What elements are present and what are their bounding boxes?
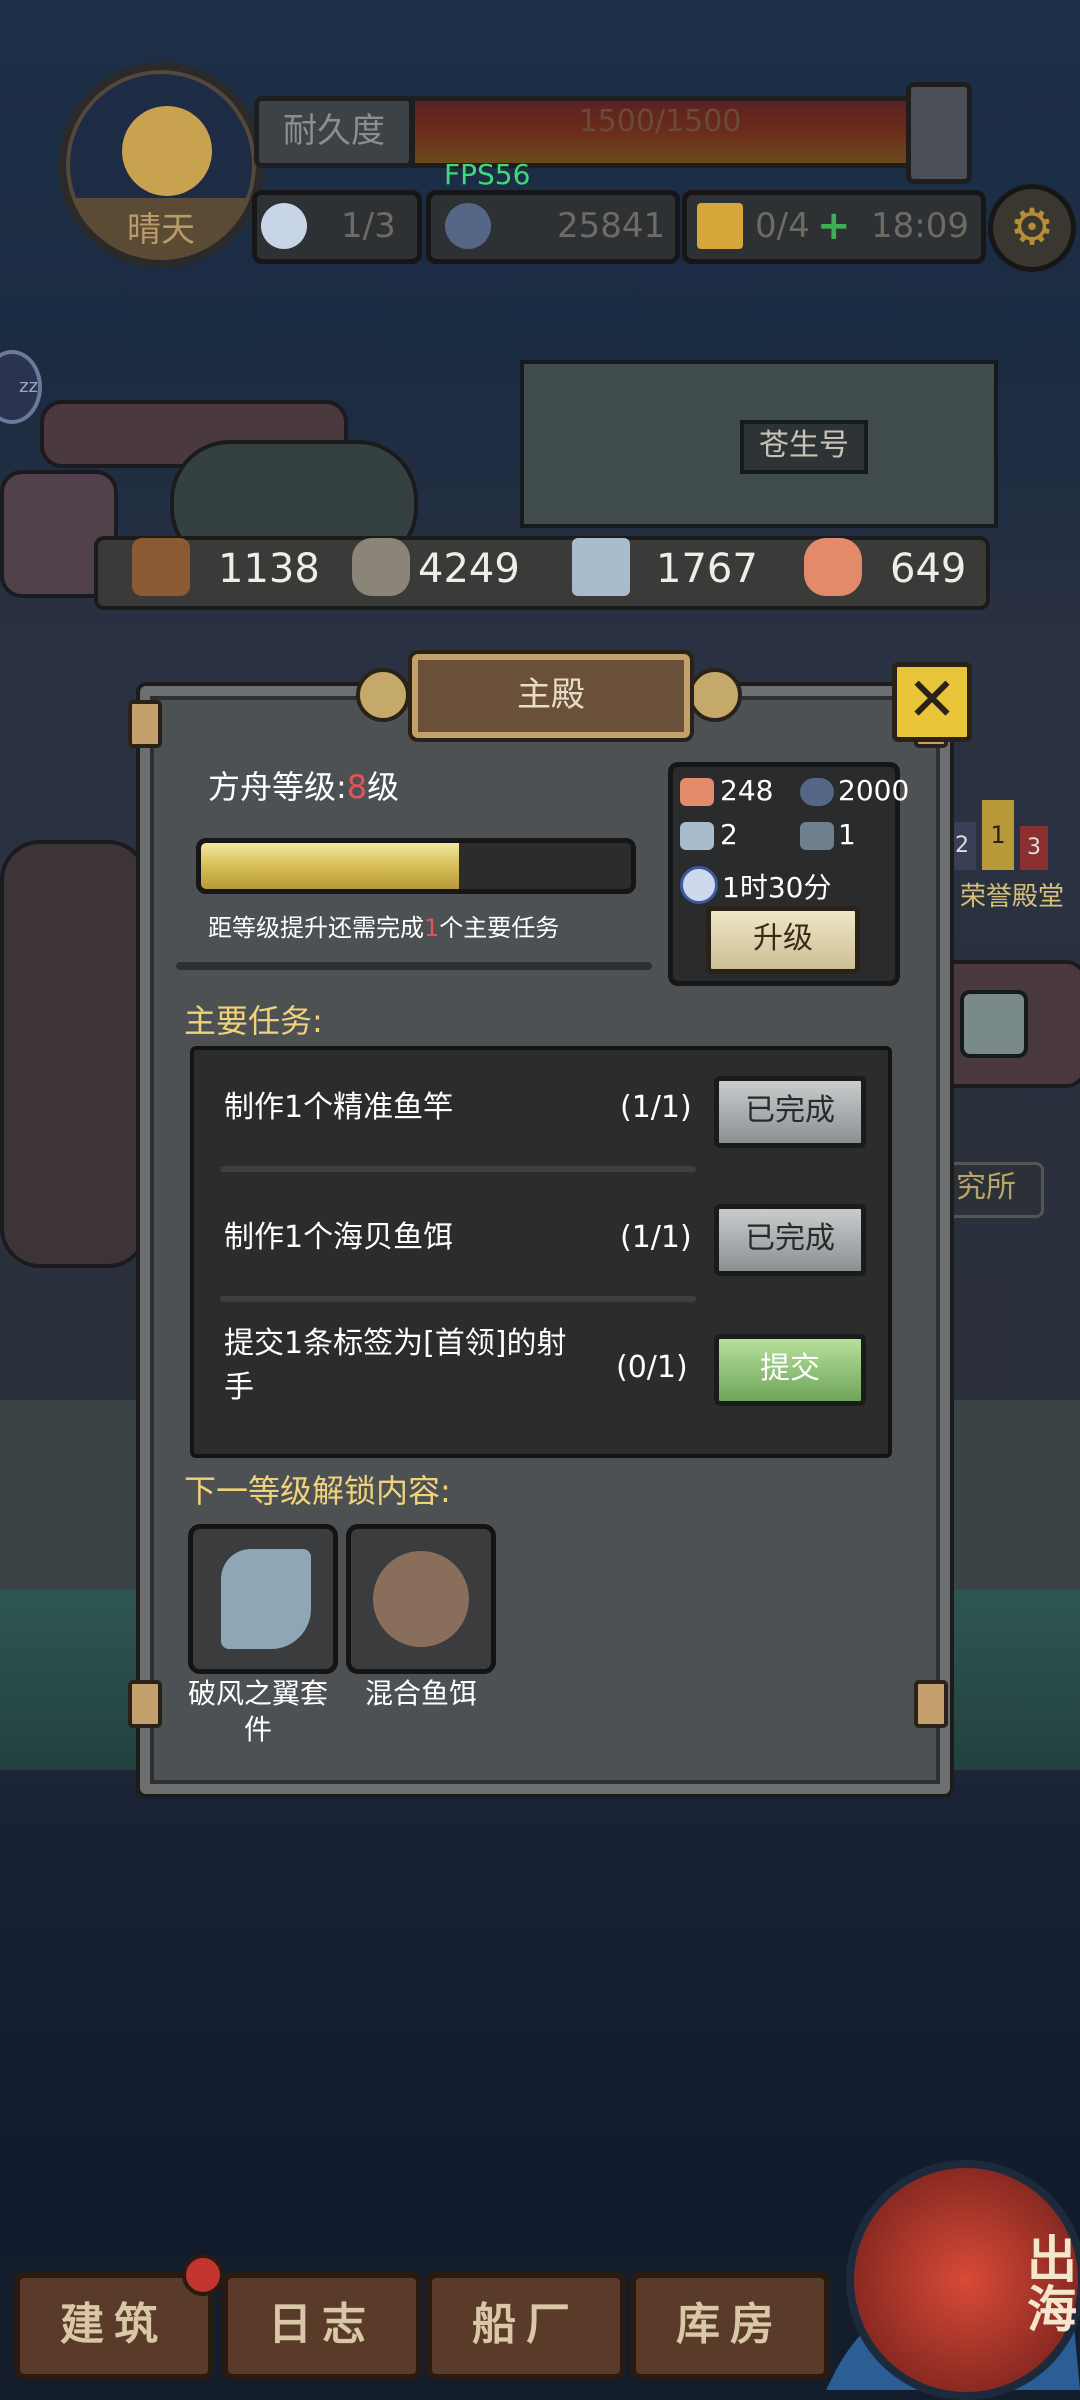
gear-coin-icon xyxy=(800,778,834,806)
ark-level-value: 8 xyxy=(346,768,368,806)
durability-value: 1500/1500 xyxy=(578,104,742,139)
task-3-submit-button[interactable]: 提交 xyxy=(714,1334,866,1406)
fish-meat-icon xyxy=(804,538,862,596)
hint-prefix: 距等级提升还需完成 xyxy=(208,914,424,942)
wing-kit-icon xyxy=(221,1549,311,1649)
fish-meat-icon xyxy=(680,778,714,806)
energy-counter[interactable]: 0/4 + 18:09 xyxy=(682,190,986,264)
pipe xyxy=(0,840,148,1268)
unlock-item-card[interactable] xyxy=(188,1524,338,1674)
nav-warehouse-button[interactable]: 库房 xyxy=(630,2272,830,2380)
cost-time: 1时30分 xyxy=(722,871,832,904)
resource-wood-value: 1138 xyxy=(218,546,320,592)
unlock-title: 下一等级解锁内容: xyxy=(184,1472,451,1510)
currency-value: 25841 xyxy=(557,206,666,246)
divider xyxy=(176,962,652,970)
dialog-title: 主殿 xyxy=(412,654,690,738)
main-tasks-title: 主要任务: xyxy=(184,1002,323,1040)
crew-value: 1/3 xyxy=(341,206,396,246)
mixed-bait-icon xyxy=(373,1551,469,1647)
rank-2: 2 xyxy=(948,822,976,870)
settings-gear-icon[interactable]: ⚙ xyxy=(988,184,1076,272)
frame-corner xyxy=(128,700,162,748)
cost-barrel: 1 xyxy=(838,818,856,851)
close-icon[interactable]: ✕ xyxy=(892,662,972,742)
ship-name-sign: 苍生号 xyxy=(740,420,868,474)
task-2-count: (1/1) xyxy=(620,1220,692,1255)
durability-bar-cap xyxy=(906,82,972,184)
iron-ingot-icon xyxy=(572,538,630,596)
add-energy-icon[interactable]: + xyxy=(817,195,851,257)
unlock-item-label: 破风之翼套件 xyxy=(187,1677,328,1746)
task-1-text: 制作1个精准鱼竿 xyxy=(224,1090,454,1125)
set-sail-button[interactable]: 出海 xyxy=(846,2160,1080,2400)
task-2-text: 制作1个海贝鱼饵 xyxy=(224,1220,454,1255)
ark-level-prefix: 方舟等级: xyxy=(208,768,347,806)
crew-flower-icon xyxy=(261,203,307,249)
crew-counter[interactable]: 1/3 xyxy=(252,190,422,264)
wood-log-icon xyxy=(132,538,190,596)
rank-1: 1 xyxy=(982,800,1014,870)
durability-label: 耐久度 xyxy=(254,96,414,168)
ark-level-suffix: 级 xyxy=(367,768,400,806)
resource-iron-value: 1767 xyxy=(656,546,758,592)
hint-count: 1 xyxy=(424,914,440,942)
stone-icon xyxy=(352,538,410,596)
currency-counter[interactable]: 25841 xyxy=(426,190,680,264)
unlock-item-card[interactable] xyxy=(346,1524,496,1674)
cost-iron: 2 xyxy=(720,818,738,851)
task-1-done-button[interactable]: 已完成 xyxy=(714,1076,866,1148)
nav-log-button[interactable]: 日志 xyxy=(222,2272,422,2380)
fps-counter: FPS56 xyxy=(444,158,531,191)
robot-head xyxy=(960,990,1028,1058)
set-sail-label: 出海 xyxy=(1019,2233,1077,2333)
weather-dial[interactable]: 晴天 xyxy=(58,62,264,268)
rank-3: 3 xyxy=(1020,826,1048,870)
ark-level: 方舟等级:8级 xyxy=(208,762,399,808)
resource-fish-value: 649 xyxy=(890,546,967,592)
honor-hall[interactable]: 2 1 3 荣誉殿堂 xyxy=(944,800,1080,918)
weather-label: 晴天 xyxy=(127,210,195,250)
level-up-hint: 距等级提升还需完成1个主要任务 xyxy=(208,908,559,943)
task-separator xyxy=(220,1296,696,1302)
energy-value: 0/4 xyxy=(755,206,810,246)
cost-gear: 2000 xyxy=(838,774,910,807)
task-1-count: (1/1) xyxy=(620,1090,692,1125)
gear-coin-icon xyxy=(445,203,491,249)
lightning-icon xyxy=(697,203,743,249)
resource-stone-value: 4249 xyxy=(418,546,520,592)
upgrade-button[interactable]: 升级 xyxy=(706,906,860,974)
honor-hall-label: 荣誉殿堂 xyxy=(959,882,1064,912)
hint-suffix: 个主要任务 xyxy=(439,914,560,942)
level-progress-bar xyxy=(196,838,636,894)
title-knob-left xyxy=(356,668,410,722)
task-3-count: (0/1) xyxy=(616,1350,688,1385)
clock-icon xyxy=(680,866,718,904)
barrel-icon xyxy=(800,822,834,850)
nav-build-button[interactable]: 建筑 xyxy=(14,2272,214,2380)
task-2-done-button[interactable]: 已完成 xyxy=(714,1204,866,1276)
nav-shipyard-button[interactable]: 船厂 xyxy=(426,2272,626,2380)
frame-corner xyxy=(914,1680,948,1728)
energy-timer: 18:09 xyxy=(871,206,969,246)
iron-ingot-icon xyxy=(680,822,714,850)
cost-fish: 248 xyxy=(720,774,774,807)
unlock-item-label: 混合鱼饵 xyxy=(364,1677,477,1710)
title-knob-right xyxy=(688,668,742,722)
notification-dot xyxy=(182,2254,224,2296)
task-separator xyxy=(220,1166,696,1172)
level-progress-fill xyxy=(201,843,459,889)
task-3-text: 提交1条标签为[首领]的射手 xyxy=(224,1326,567,1405)
frame-corner xyxy=(128,1680,162,1728)
sun-icon xyxy=(122,106,212,196)
